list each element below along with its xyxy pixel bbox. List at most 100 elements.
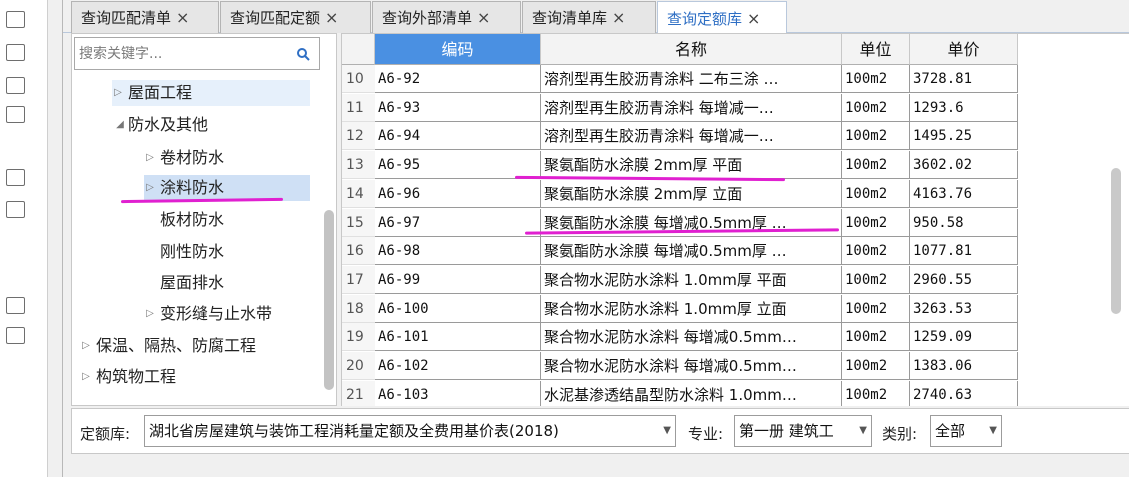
tree-node-membrane[interactable]: ▷ 卷材防水 — [144, 145, 310, 171]
search-box — [74, 37, 320, 70]
major-select[interactable]: 第一册 建筑工 ▼ — [734, 415, 872, 447]
table-row[interactable]: 14 A6-96 聚氨酯防水涂膜 2mm厚 立面 100m2 4163.76 — [342, 179, 1018, 208]
tab-label: 查询匹配定额 — [230, 9, 321, 27]
triangle-right-icon[interactable]: ▷ — [112, 80, 124, 106]
table-row[interactable]: 12 A6-94 溶剂型再生胶沥青涂料 每增减一… 100m2 1495.25 — [342, 122, 1018, 151]
row-number: 16 — [342, 237, 375, 266]
tree-node-coating[interactable]: ▷ 涂料防水 — [144, 175, 310, 201]
cell-unit: 100m2 — [842, 237, 910, 266]
tree-node-label: 屋面排水 — [160, 273, 225, 292]
cell-name: 溶剂型再生胶沥青涂料 每增减一… — [541, 122, 842, 151]
tree-node-label: 防水及其他 — [128, 115, 209, 134]
triangle-right-icon[interactable]: ▷ — [144, 145, 156, 171]
row-checkbox[interactable] — [6, 169, 25, 186]
tree-node-structures[interactable]: ▷ 构筑物工程 — [80, 364, 320, 390]
category-select[interactable]: 全部 ▼ — [930, 415, 1002, 447]
row-checkbox[interactable] — [6, 297, 25, 314]
cell-code: A6-93 — [375, 93, 541, 122]
cell-code: A6-102 — [375, 352, 541, 380]
splitter[interactable] — [48, 0, 62, 477]
triangle-right-icon[interactable]: ▷ — [144, 301, 156, 327]
tab-label: 查询清单库 — [532, 9, 608, 27]
tab-quota-library[interactable]: 查询定额库 × — [657, 1, 787, 34]
tree-node-label: 涂料防水 — [160, 178, 225, 197]
tree-node-label: 构筑物工程 — [96, 367, 177, 386]
column-header-code[interactable]: 编码 — [375, 34, 541, 65]
tree-node-waterproof-other[interactable]: ◢ 防水及其他 — [112, 112, 310, 138]
status-strip — [63, 456, 1129, 477]
tab-label: 查询匹配清单 — [81, 9, 172, 27]
tree-scrollbar[interactable] — [324, 210, 334, 390]
tab-external-list[interactable]: 查询外部清单 × — [372, 1, 521, 33]
table-row[interactable]: 18 A6-100 聚合物水泥防水涂料 1.0mm厚 立面 100m2 3263.53 — [342, 294, 1018, 323]
category-label: 类别: — [882, 425, 918, 443]
table-row[interactable]: 10 A6-92 溶剂型再生胶沥青涂料 二布三涂 … 100m2 3728.81 — [342, 65, 1018, 93]
cell-name: 聚氨酯防水涂膜 2mm厚 立面 — [541, 179, 842, 208]
cell-price: 1259.09 — [910, 323, 1018, 352]
tree-node-label: 卷材防水 — [160, 148, 225, 167]
tree-node-rigid[interactable]: 刚性防水 — [144, 239, 310, 265]
close-icon[interactable]: × — [176, 8, 189, 27]
triangle-right-icon[interactable]: ▷ — [80, 333, 92, 359]
row-checkbox[interactable] — [6, 106, 25, 123]
row-number: 15 — [342, 208, 375, 237]
tree-node-insulation[interactable]: ▷ 保温、隔热、防腐工程 — [80, 333, 320, 359]
tree-node-drainage[interactable]: 屋面排水 — [144, 270, 310, 296]
cell-unit: 100m2 — [842, 265, 910, 294]
tab-label: 查询外部清单 — [382, 9, 473, 27]
triangle-right-icon[interactable]: ▷ — [144, 175, 156, 201]
cell-name: 聚氨酯防水涂膜 2mm厚 平面 — [541, 151, 842, 180]
column-header-name[interactable]: 名称 — [541, 34, 842, 65]
caret-down-icon: ▼ — [859, 425, 867, 436]
cell-unit: 100m2 — [842, 208, 910, 237]
row-number: 18 — [342, 294, 375, 323]
library-value: 湖北省房屋建筑与装饰工程消耗量定额及全费用基价表(2018) — [149, 422, 559, 440]
column-header-price[interactable]: 单价 — [910, 34, 1018, 65]
close-icon[interactable]: × — [612, 8, 625, 27]
row-checkbox[interactable] — [6, 44, 25, 61]
table-row[interactable]: 21 A6-103 水泥基渗透结晶型防水涂料 1.0mm… 100m2 2740.63 — [342, 380, 1018, 406]
triangle-down-icon[interactable]: ◢ — [114, 112, 126, 138]
tree-node-joints[interactable]: ▷ 变形缝与止水带 — [144, 301, 320, 327]
grid-scrollbar[interactable] — [1111, 168, 1121, 314]
cell-code: A6-100 — [375, 294, 541, 323]
table-row[interactable]: 16 A6-98 聚氨酯防水涂膜 每增减0.5mm厚 … 100m2 1077.81 — [342, 237, 1018, 266]
row-checkbox[interactable] — [6, 327, 25, 344]
close-icon[interactable]: × — [325, 8, 338, 27]
library-select[interactable]: 湖北省房屋建筑与装饰工程消耗量定额及全费用基价表(2018) ▼ — [144, 415, 676, 447]
triangle-right-icon[interactable]: ▷ — [80, 364, 92, 390]
tree-node-label: 屋面工程 — [128, 83, 193, 102]
library-label: 定额库: — [80, 425, 131, 443]
row-number: 10 — [342, 65, 375, 93]
tab-match-quota[interactable]: 查询匹配定额 × — [220, 1, 371, 33]
table-row[interactable]: 11 A6-93 溶剂型再生胶沥青涂料 每增减一… 100m2 1293.6 — [342, 93, 1018, 122]
cell-code: A6-92 — [375, 65, 541, 93]
table-row[interactable]: 20 A6-102 聚合物水泥防水涂料 每增减0.5mm… 100m2 1383.06 — [342, 352, 1018, 380]
search-input[interactable] — [79, 44, 289, 64]
tree-node-label: 变形缝与止水带 — [160, 304, 273, 323]
row-checkbox[interactable] — [6, 11, 25, 28]
caret-down-icon: ▼ — [663, 425, 671, 436]
tab-list-library[interactable]: 查询清单库 × — [522, 1, 656, 33]
cell-name: 聚合物水泥防水涂料 每增减0.5mm… — [541, 323, 842, 352]
cell-price: 950.58 — [910, 208, 1018, 237]
cell-price: 2960.55 — [910, 265, 1018, 294]
cell-name: 聚合物水泥防水涂料 每增减0.5mm… — [541, 352, 842, 380]
cell-price: 1293.6 — [910, 93, 1018, 122]
table-row[interactable]: 13 A6-95 聚氨酯防水涂膜 2mm厚 平面 100m2 3602.02 — [342, 151, 1018, 180]
tree-node-roof[interactable]: ▷ 屋面工程 — [112, 80, 310, 106]
column-header-unit[interactable]: 单位 — [842, 34, 910, 65]
row-checkbox[interactable] — [6, 201, 25, 218]
tab-match-list[interactable]: 查询匹配清单 × — [71, 1, 219, 33]
close-icon[interactable]: × — [477, 8, 490, 27]
search-icon[interactable] — [296, 47, 310, 61]
filter-bar: 定额库: 湖北省房屋建筑与装饰工程消耗量定额及全费用基价表(2018) ▼ 专业… — [71, 408, 1129, 454]
table-row[interactable]: 17 A6-99 聚合物水泥防水涂料 1.0mm厚 平面 100m2 2960.55 — [342, 265, 1018, 294]
tree-node-sheet[interactable]: 板材防水 — [144, 207, 310, 233]
row-number: 13 — [342, 151, 375, 180]
table-row[interactable]: 19 A6-101 聚合物水泥防水涂料 每增减0.5mm… 100m2 1259.09 — [342, 323, 1018, 352]
row-number: 11 — [342, 93, 375, 122]
row-checkbox[interactable] — [6, 77, 25, 94]
cell-unit: 100m2 — [842, 352, 910, 380]
close-icon[interactable]: × — [747, 9, 760, 28]
